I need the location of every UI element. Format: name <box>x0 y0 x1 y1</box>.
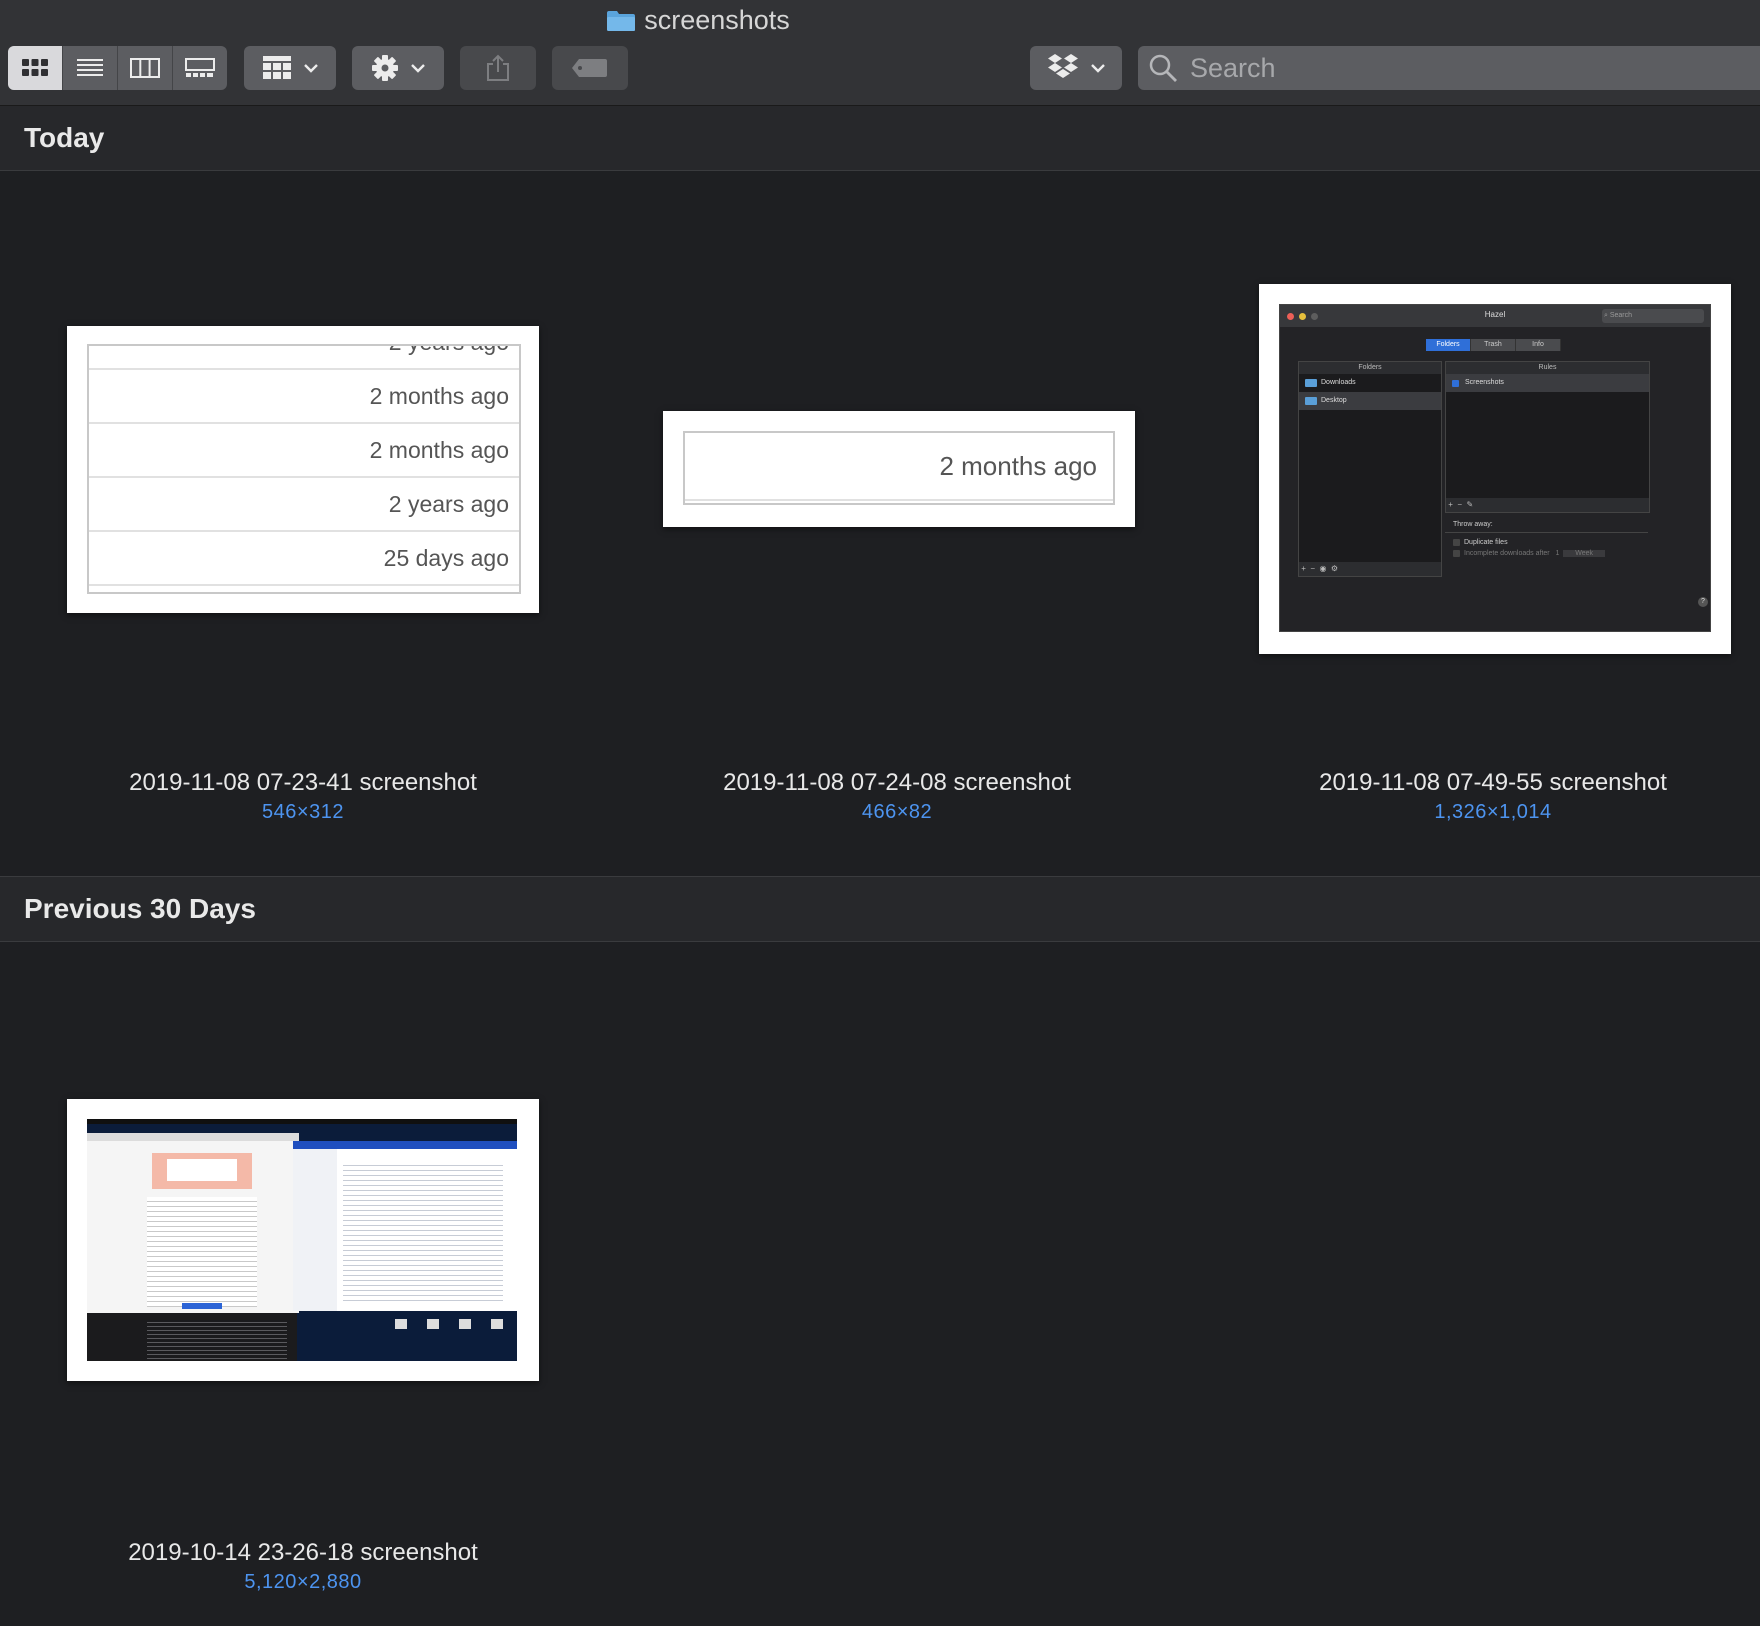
grid-group-icon <box>263 56 291 79</box>
dropbox-button[interactable] <box>1030 46 1122 90</box>
thumb-rule-row: Screenshots <box>1446 374 1649 392</box>
thumbnail-content <box>87 1119 517 1361</box>
share-icon <box>487 54 509 81</box>
folder-icon <box>1305 379 1317 387</box>
file-name: 2019-11-08 07-49-55 screenshot <box>1319 769 1667 796</box>
search-input[interactable] <box>1188 51 1752 85</box>
thumb-label: Throw away: <box>1445 517 1648 533</box>
chevron-down-icon <box>411 64 425 73</box>
file-thumbnail[interactable]: Hazel ⌕ Search Folders Trash Info Folder… <box>1259 284 1731 654</box>
file-item[interactable]: 2019-11-08 07-24-08 screenshot 466×82 <box>627 768 1167 826</box>
thumb-tab: Trash <box>1471 339 1516 351</box>
tag-button[interactable] <box>552 46 628 90</box>
file-dimensions: 1,326×1,014 <box>1434 801 1552 823</box>
action-menu-button[interactable] <box>352 46 444 90</box>
thumb-row: 2 months ago <box>685 433 1113 501</box>
thumb-option: Duplicate files <box>1445 533 1648 548</box>
thumb-pane-header: Rules <box>1446 362 1649 374</box>
thumb-rules-pane: Rules Screenshots + − ✎ <box>1445 361 1650 513</box>
file-item[interactable]: 2019-11-08 07-23-41 screenshot 546×312 <box>33 768 573 826</box>
icon-view-icon <box>22 59 48 76</box>
file-name: 2019-11-08 07-24-08 screenshot <box>723 769 1071 796</box>
thumb-pane-footer: + − ✎ <box>1446 498 1649 512</box>
checkbox-icon <box>1453 539 1460 546</box>
thumb-desktop-icons <box>387 1311 517 1355</box>
folder-icon <box>607 11 636 31</box>
thumb-finder-window <box>87 1313 297 1361</box>
gear-icon <box>372 55 398 81</box>
window-title-text: screenshots <box>644 5 790 35</box>
thumb-row: 2 months ago <box>89 370 519 424</box>
thumb-menubar <box>87 1119 517 1124</box>
thumb-tab: Folders <box>1426 339 1471 351</box>
thumb-tabs: Folders Trash Info <box>1426 339 1561 351</box>
thumb-document-window <box>293 1141 517 1311</box>
thumb-row: 2 years ago <box>89 346 519 370</box>
column-view-button[interactable] <box>118 46 173 90</box>
gallery-view-icon <box>185 58 215 77</box>
thumb-option: Incomplete downloads after 1 Week <box>1445 548 1648 559</box>
group-by-button[interactable] <box>244 46 336 90</box>
file-name: 2019-11-08 07-23-41 screenshot <box>129 769 477 796</box>
thumb-folder-row: Desktop <box>1299 392 1441 410</box>
folder-icon <box>1305 397 1317 405</box>
help-icon: ? <box>1698 597 1708 607</box>
thumb-search: ⌕ Search <box>1602 309 1704 323</box>
thumb-folder-row: Downloads <box>1299 374 1441 392</box>
search-icon <box>1149 54 1177 82</box>
file-dimensions: 5,120×2,880 <box>244 1571 362 1593</box>
file-name: 2019-10-14 23-26-18 screenshot <box>128 1539 478 1566</box>
thumbnail-content: 2 months ago <box>683 431 1115 505</box>
file-thumbnail[interactable]: 2 months ago <box>663 411 1135 527</box>
thumbnail-content: Hazel ⌕ Search Folders Trash Info Folder… <box>1279 304 1711 632</box>
thumb-row: 2 months ago <box>89 424 519 478</box>
thumb-pane-header: Folders <box>1299 362 1441 374</box>
chevron-down-icon <box>304 64 318 73</box>
file-item[interactable]: 2019-11-08 07-49-55 screenshot 1,326×1,0… <box>1223 768 1760 826</box>
section-title: Today <box>24 122 105 153</box>
thumb-row: 2 years ago <box>89 478 519 532</box>
thumbnail-content: 2 years ago 2 months ago 2 months ago 2 … <box>87 344 521 594</box>
list-view-icon <box>77 59 103 76</box>
gallery-view-button[interactable] <box>173 46 227 90</box>
section-header-today: Today <box>0 106 1760 171</box>
icon-view-button[interactable] <box>8 46 63 90</box>
list-view-button[interactable] <box>63 46 118 90</box>
file-thumbnail[interactable]: 2 years ago 2 months ago 2 months ago 2 … <box>67 326 539 613</box>
thumb-row: 25 days ago <box>89 532 519 586</box>
thumb-folders-pane: Folders Downloads Desktop + − ◉ ⚙ <box>1298 361 1442 577</box>
view-mode-control <box>8 46 227 90</box>
file-item[interactable]: 2019-10-14 23-26-18 screenshot 5,120×2,8… <box>33 1538 573 1596</box>
finder-toolbar: screenshots <box>0 0 1760 106</box>
thumb-browser-window <box>87 1133 299 1313</box>
section-header-previous-30-days: Previous 30 Days <box>0 877 1760 942</box>
section-title: Previous 30 Days <box>24 893 256 924</box>
file-dimensions: 546×312 <box>262 801 344 823</box>
checkbox-icon <box>1452 379 1459 387</box>
thumb-throw-away: Throw away: Duplicate files Incomplete d… <box>1445 517 1648 559</box>
file-thumbnail[interactable] <box>67 1099 539 1381</box>
thumb-tab: Info <box>1516 339 1561 351</box>
file-dimensions: 466×82 <box>861 801 933 823</box>
tag-icon <box>572 59 607 77</box>
share-button[interactable] <box>460 46 536 90</box>
checkbox-icon <box>1453 550 1460 557</box>
dropbox-icon <box>1048 54 1078 78</box>
column-view-icon <box>130 58 160 78</box>
search-field[interactable] <box>1138 46 1760 90</box>
chevron-down-icon <box>1091 64 1105 73</box>
window-title: screenshots <box>0 4 1396 36</box>
thumb-pane-footer: + − ◉ ⚙ <box>1299 562 1441 576</box>
